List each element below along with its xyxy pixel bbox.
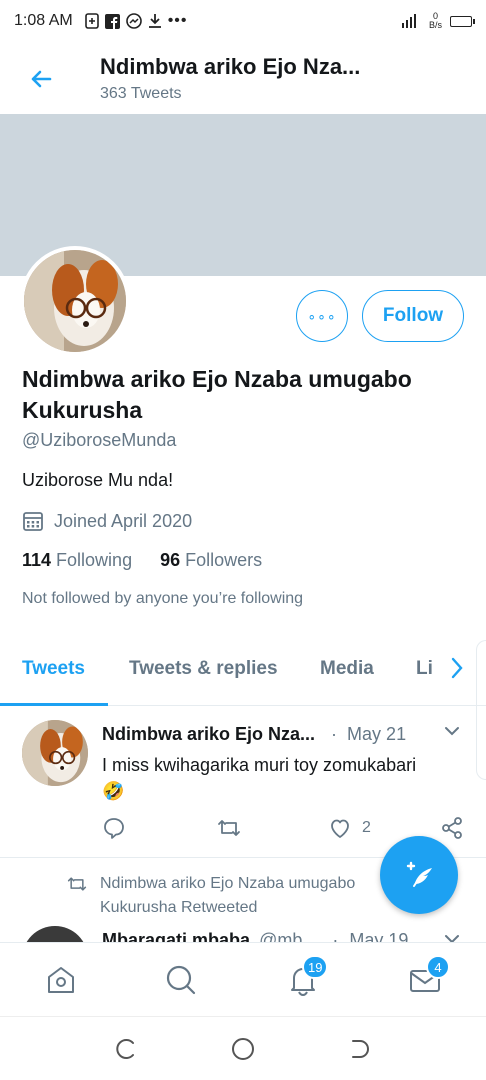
like-count: 2 — [362, 819, 371, 836]
retweet-button[interactable] — [216, 816, 242, 840]
following-label: Following — [56, 550, 133, 570]
follow-button[interactable]: Follow — [362, 290, 464, 342]
following-count: 114 — [22, 550, 52, 570]
nav-search[interactable] — [164, 963, 198, 997]
nav-messages[interactable]: 4 — [408, 955, 450, 997]
tweet-avatar[interactable] — [22, 720, 88, 786]
more-options-icon: ∘∘∘ — [307, 307, 337, 324]
tweet[interactable]: Ndimbwa ariko Ejo Nza... · May 21 I miss… — [0, 706, 486, 858]
chevron-right-icon[interactable] — [450, 656, 464, 680]
system-nav-bar — [0, 1016, 486, 1080]
tweet-emoji: 🤣 — [102, 781, 125, 801]
plus-box-icon — [84, 13, 99, 29]
profile-tabs: Tweets Tweets & replies Media Li — [0, 640, 486, 706]
back-arrow-icon[interactable] — [26, 64, 56, 94]
more-dots-icon: ••• — [167, 12, 188, 29]
following-link[interactable]: 114 Following — [22, 550, 132, 571]
download-icon — [148, 14, 161, 28]
more-options-button[interactable]: ∘∘∘ — [296, 290, 348, 342]
signal-icon — [401, 14, 416, 28]
followers-link[interactable]: 96 Followers — [160, 550, 262, 571]
not-followed-notice: Not followed by anyone you’re following — [22, 590, 304, 607]
search-icon — [166, 965, 196, 995]
bottom-nav: 19 4 — [0, 942, 486, 1016]
status-bar: 1:08 AM ••• 0 B/s — [0, 0, 486, 42]
like-button[interactable]: 2 — [328, 816, 371, 840]
next-tweet-handle: @mb... — [259, 930, 318, 942]
tweet-author-name[interactable]: Ndimbwa ariko Ejo Nza... — [102, 724, 315, 745]
home-circle-icon[interactable] — [231, 1037, 255, 1061]
compose-tweet-button[interactable] — [380, 836, 458, 914]
tweet-date: May 21 — [347, 724, 407, 744]
heart-icon — [331, 819, 349, 838]
notifications-badge: 19 — [302, 955, 329, 979]
tab-likes[interactable]: Li — [416, 658, 433, 680]
next-tweet-separator: · — [332, 930, 339, 942]
messenger-icon — [125, 13, 142, 29]
notification-icons: ••• — [84, 12, 188, 30]
tweet-separator: · — [331, 724, 338, 744]
tweet-body: I miss kwihagarika muri toy zomukabari — [102, 755, 417, 775]
header-tweet-count: 363 Tweets — [100, 85, 182, 102]
calendar-icon — [23, 512, 43, 531]
share-button[interactable] — [440, 816, 464, 840]
back-system-icon[interactable] — [348, 1037, 372, 1061]
net-speed-unit: B/s — [428, 20, 442, 30]
reply-button[interactable] — [102, 816, 126, 840]
compose-feather-icon — [406, 861, 432, 887]
nav-notifications[interactable]: 19 — [286, 955, 329, 997]
tab-tweets-replies[interactable]: Tweets & replies — [129, 658, 278, 680]
status-right: 0 B/s — [401, 12, 475, 30]
retweet-small-icon — [67, 877, 87, 891]
retweet-icon — [218, 820, 240, 836]
battery-icon — [450, 15, 475, 27]
tweet-header: Ndimbwa ariko Ejo Nza... · May 21 — [102, 724, 406, 745]
follow-stats: 114 Following 96 Followers — [22, 550, 262, 571]
tweet-text: I miss kwihagarika muri toy zomukabari 🤣 — [102, 752, 472, 804]
messages-badge: 4 — [426, 955, 450, 979]
joined-text: Joined April 2020 — [54, 510, 193, 531]
tab-tweets[interactable]: Tweets — [22, 658, 85, 680]
facebook-icon — [104, 13, 120, 29]
chevron-down-icon[interactable] — [444, 726, 460, 736]
followers-label: Followers — [185, 550, 263, 570]
recent-apps-icon[interactable] — [114, 1037, 138, 1061]
next-tweet-author[interactable]: Mbaragati mbaba — [102, 930, 250, 942]
next-tweet-avatar[interactable] — [22, 926, 88, 942]
share-icon — [442, 817, 462, 839]
next-tweet[interactable]: Mbaragati mbaba @mb... · May 19 — [0, 926, 486, 942]
profile-handle: @UziboroseMunda — [22, 430, 177, 450]
home-icon — [48, 967, 74, 993]
profile-header: Ndimbwa ariko Ejo Nza... 363 Tweets — [0, 42, 486, 114]
next-tweet-header: Mbaragati mbaba @mb... · May 19 — [102, 930, 408, 942]
followers-count: 96 — [160, 550, 181, 570]
status-time: 1:08 AM — [14, 12, 73, 29]
nav-home[interactable] — [44, 963, 78, 997]
next-tweet-chevron-icon[interactable] — [444, 934, 460, 942]
tab-media[interactable]: Media — [320, 658, 374, 680]
next-tweet-date: May 19 — [349, 930, 409, 942]
profile-name: Ndimbwa ariko Ejo Nzaba umugabo Kukurush… — [22, 366, 412, 423]
header-title: Ndimbwa ariko Ejo Nza... — [100, 54, 361, 79]
net-speed: 0 B/s — [429, 12, 442, 30]
profile-avatar[interactable] — [20, 246, 130, 356]
retweet-notice: Ndimbwa ariko Ejo Nzaba umugabo Kukurush… — [66, 872, 400, 920]
joined-date: Joined April 2020 — [22, 510, 192, 532]
profile-bio: Uziborose Mu nda! — [22, 470, 174, 490]
reply-icon — [104, 818, 124, 839]
retweet-notice-text[interactable]: Ndimbwa ariko Ejo Nzaba umugabo Kukurush… — [100, 872, 400, 920]
